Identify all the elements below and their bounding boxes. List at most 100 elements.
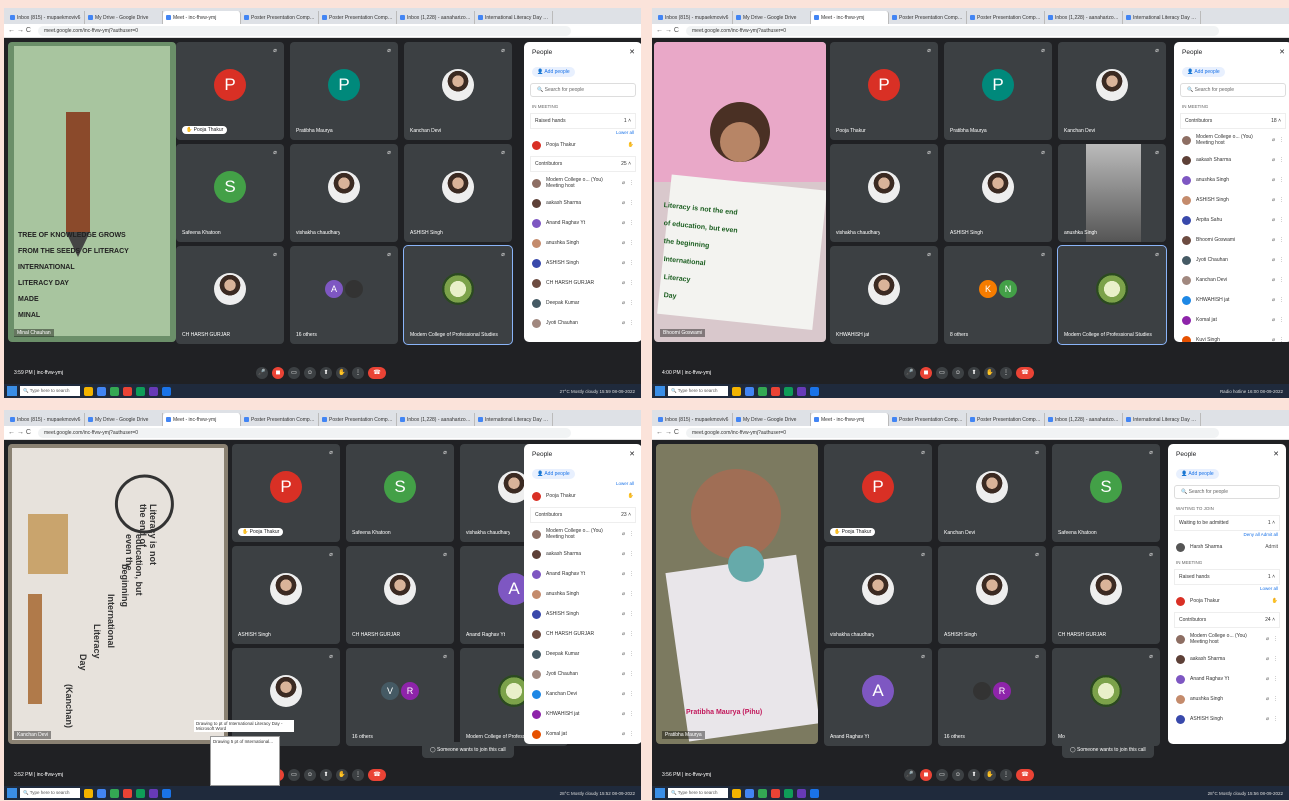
taskbar-app-icon[interactable] [123,788,132,798]
waiting-group[interactable]: Waiting to be admitted 1 ˄ [1174,515,1280,531]
browser-tab[interactable]: International Literacy Day and [475,413,553,426]
taskbar-app-icon[interactable] [797,386,806,396]
more-icon[interactable]: ⋮ [629,571,634,577]
url-field[interactable]: meet.google.com/inc-ffvw-ymj?authuser=0 [38,427,571,438]
present-icon[interactable]: ⬆ [320,769,332,781]
browser-tab[interactable]: Poster Presentation Competitio [241,11,319,24]
taskbar-search[interactable]: 🔍 Type here to search [668,386,728,396]
url-field[interactable]: meet.google.com/inc-ffvw-ymj?authuser=0 [686,25,1219,36]
taskbar-app-icon[interactable] [136,788,145,798]
emoji-icon[interactable]: ☺ [952,769,964,781]
taskbar-app-icon[interactable] [784,788,793,798]
participant-tile[interactable]: ⌀ ASHISH Singh [944,144,1052,242]
contributors-group[interactable]: Contributors 18 ˄ [1180,113,1286,129]
more-icon[interactable]: ⋮ [629,320,634,326]
close-icon[interactable]: ✕ [1279,48,1285,56]
search-input[interactable]: 🔍 Search for people [1180,83,1286,97]
participant-tile[interactable]: ⌀ vishakha chaudhary [830,144,938,242]
taskbar-app-icon[interactable] [149,386,158,396]
nav-arrows-icon[interactable]: ← → C [4,429,38,436]
more-icon[interactable]: ⋮ [629,180,634,186]
captions-icon[interactable]: ▭ [936,367,948,379]
raise-hand-icon[interactable]: ✋ [336,769,348,781]
more-icon[interactable]: ⋮ [629,260,634,266]
browser-tab[interactable]: Meet - inc-fhvw-ymj [811,11,889,24]
url-field[interactable]: meet.google.com/inc-ffvw-ymj?authuser=0 [686,427,1219,438]
taskbar-app-icon[interactable] [110,386,119,396]
browser-tab[interactable]: My Drive - Google Drive [733,11,811,24]
participant-tile[interactable]: ⌀ Mo [1052,648,1160,746]
taskbar-app-icon[interactable] [745,386,754,396]
more-icon[interactable]: ⋮ [1279,157,1284,163]
browser-tab[interactable]: International Literacy Day and [1123,413,1201,426]
participant-tile[interactable]: ⌀ vishakha chaudhary [824,546,932,644]
emoji-icon[interactable]: ☺ [304,769,316,781]
taskbar-app-icon[interactable] [84,386,93,396]
more-icon[interactable]: ⋮ [629,631,634,637]
more-icon[interactable]: ⋮ [1279,277,1284,283]
taskbar-app-icon[interactable] [97,788,106,798]
windows-start-icon[interactable] [655,788,665,798]
participant-tile[interactable]: ⌀ vishakha chaudhary [290,144,398,242]
emoji-icon[interactable]: ☺ [304,367,316,379]
taskbar-app-icon[interactable] [771,386,780,396]
contributors-group[interactable]: Contributors 23 ˄ [530,507,636,523]
more-icon[interactable]: ⋮ [629,300,634,306]
taskbar-app-icon[interactable] [732,386,741,396]
more-options-icon[interactable]: ⋮ [1000,769,1012,781]
participant-tile[interactable]: ⌀ Kanchan Devi [404,42,512,140]
present-icon[interactable]: ⬆ [968,367,980,379]
taskbar-app-icon[interactable] [758,788,767,798]
participant-tile[interactable]: ⌀ Modern College of Professional Studies [403,245,513,345]
add-people-button[interactable]: 👤 Add people [1176,469,1219,479]
close-icon[interactable]: ✕ [629,48,635,56]
more-icon[interactable]: ⋮ [1279,217,1284,223]
more-icon[interactable]: ⋮ [629,220,634,226]
mic-icon[interactable]: 🎤 [256,367,268,379]
participant-tile[interactable]: A ⌀ 16 others [290,246,398,344]
participant-tile[interactable]: ⌀ ASHISH Singh [232,546,340,644]
taskbar-app-icon[interactable] [758,386,767,396]
captions-icon[interactable]: ▭ [288,769,300,781]
browser-tab[interactable]: Poster Presentation Competitio [319,11,397,24]
more-icon[interactable]: ⋮ [629,611,634,617]
browser-tab[interactable]: My Drive - Google Drive [85,413,163,426]
browser-tab[interactable]: International Literacy Day and [1123,11,1201,24]
more-icon[interactable]: ⋮ [1273,636,1278,642]
more-icon[interactable]: ⋮ [629,200,634,206]
raise-hand-icon[interactable]: ✋ [984,367,996,379]
more-icon[interactable]: ⋮ [629,280,634,286]
contributors-group[interactable]: Contributors 24 ˄ [1174,612,1280,628]
more-icon[interactable]: ⋮ [629,671,634,677]
taskbar-preview[interactable]: Drawing 5 pt of International... [210,736,280,786]
camera-off-icon[interactable]: ◼ [920,769,932,781]
mic-icon[interactable]: 🎤 [904,367,916,379]
browser-tab[interactable]: Inbox (815) - mupaekmoviv6 [7,11,85,24]
participant-tile[interactable]: V R ⌀ 16 others [346,648,454,746]
taskbar-app-icon[interactable] [810,788,819,798]
more-icon[interactable]: ⋮ [629,551,634,557]
more-icon[interactable]: ⋮ [1279,137,1284,143]
taskbar-app-icon[interactable] [123,386,132,396]
browser-tab[interactable]: Inbox (1,228) - aanaharizosaz [1045,11,1123,24]
participant-tile[interactable]: ⌀ KHWAHISH jat [830,246,938,344]
more-icon[interactable]: ⋮ [1279,317,1284,323]
more-icon[interactable]: ⋮ [629,531,634,537]
participant-tile[interactable]: P ⌀ ✋ Pooja Thakur [176,42,284,140]
browser-tab[interactable]: Inbox (1,228) - aanaharizosaz [397,413,475,426]
windows-start-icon[interactable] [7,788,17,798]
more-options-icon[interactable]: ⋮ [1000,367,1012,379]
more-icon[interactable]: ⋮ [629,240,634,246]
browser-tab[interactable]: Meet - inc-fhvw-ymj [811,413,889,426]
raise-hand-icon[interactable]: ✋ [336,367,348,379]
mic-icon[interactable]: 🎤 [904,769,916,781]
captions-icon[interactable]: ▭ [288,367,300,379]
more-icon[interactable]: ⋮ [1273,696,1278,702]
taskbar-app-icon[interactable] [784,386,793,396]
participant-tile[interactable]: A ⌀ Anand Raghav Yt [824,648,932,746]
participant-tile[interactable]: ⌀ ASHISH Singh [404,144,512,242]
browser-tab[interactable]: Poster Presentation Competitio [319,413,397,426]
taskbar-app-icon[interactable] [162,788,171,798]
browser-tab[interactable]: My Drive - Google Drive [85,11,163,24]
more-icon[interactable]: ⋮ [1279,197,1284,203]
